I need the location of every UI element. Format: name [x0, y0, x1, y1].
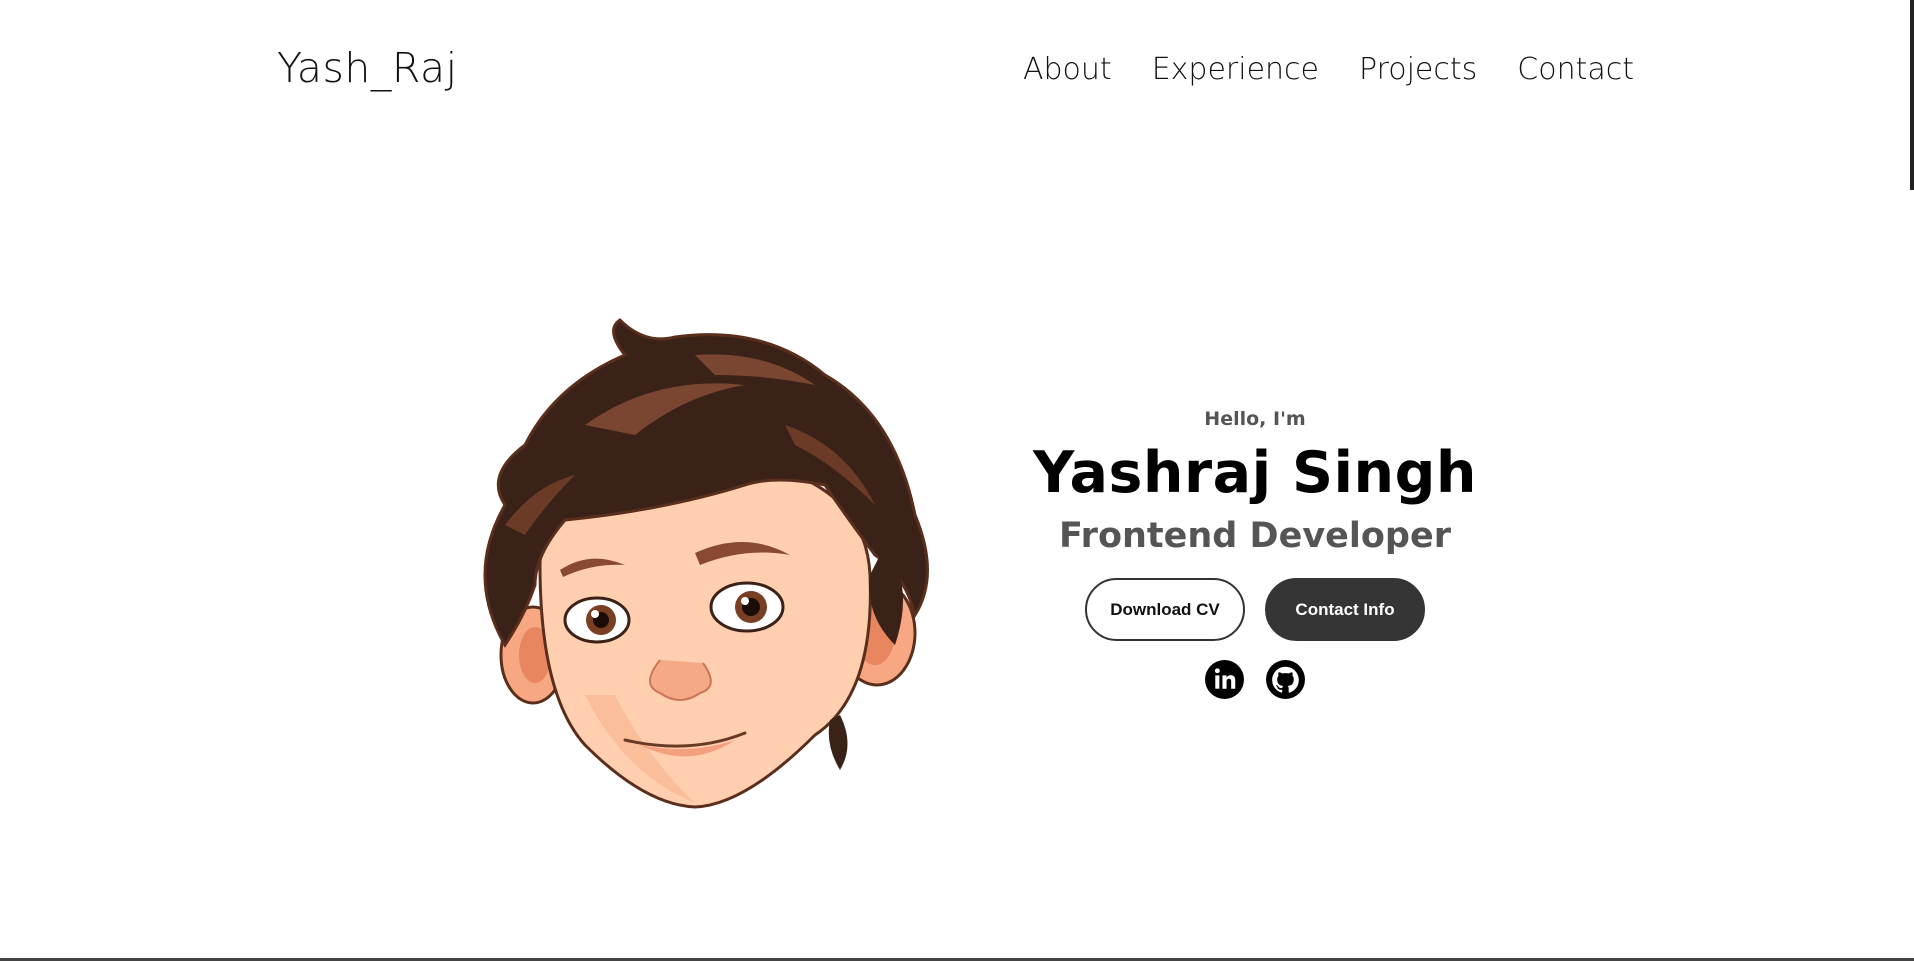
- social-links: [1005, 659, 1505, 700]
- greeting-text: Hello, I'm: [1204, 408, 1306, 430]
- linkedin-icon[interactable]: [1204, 659, 1245, 700]
- nav-link-projects[interactable]: Projects: [1359, 52, 1477, 87]
- portfolio-page: Yash_Raj About Experience Projects Conta…: [0, 0, 1914, 961]
- nav-link-contact[interactable]: Contact: [1517, 52, 1634, 87]
- hero-text: Hello, I'm Yashraj Singh Frontend Develo…: [1005, 400, 1505, 700]
- hero-buttons: Download CV Contact Info: [1005, 578, 1505, 641]
- scrollbar-thumb[interactable]: [1910, 0, 1914, 190]
- navbar: Yash_Raj About Experience Projects Conta…: [0, 0, 1914, 140]
- nav-links: About Experience Projects Contact: [1023, 52, 1634, 87]
- site-logo[interactable]: Yash_Raj: [277, 44, 457, 92]
- download-cv-button[interactable]: Download CV: [1085, 578, 1245, 641]
- contact-info-button[interactable]: Contact Info: [1265, 578, 1425, 641]
- hero-name: Yashraj Singh: [1032, 440, 1478, 506]
- nav-link-about[interactable]: About: [1023, 52, 1112, 87]
- hero-role: Frontend Developer: [1059, 516, 1451, 556]
- profile-avatar: [483, 318, 929, 809]
- nav-link-experience[interactable]: Experience: [1152, 52, 1319, 87]
- github-icon[interactable]: [1265, 659, 1306, 700]
